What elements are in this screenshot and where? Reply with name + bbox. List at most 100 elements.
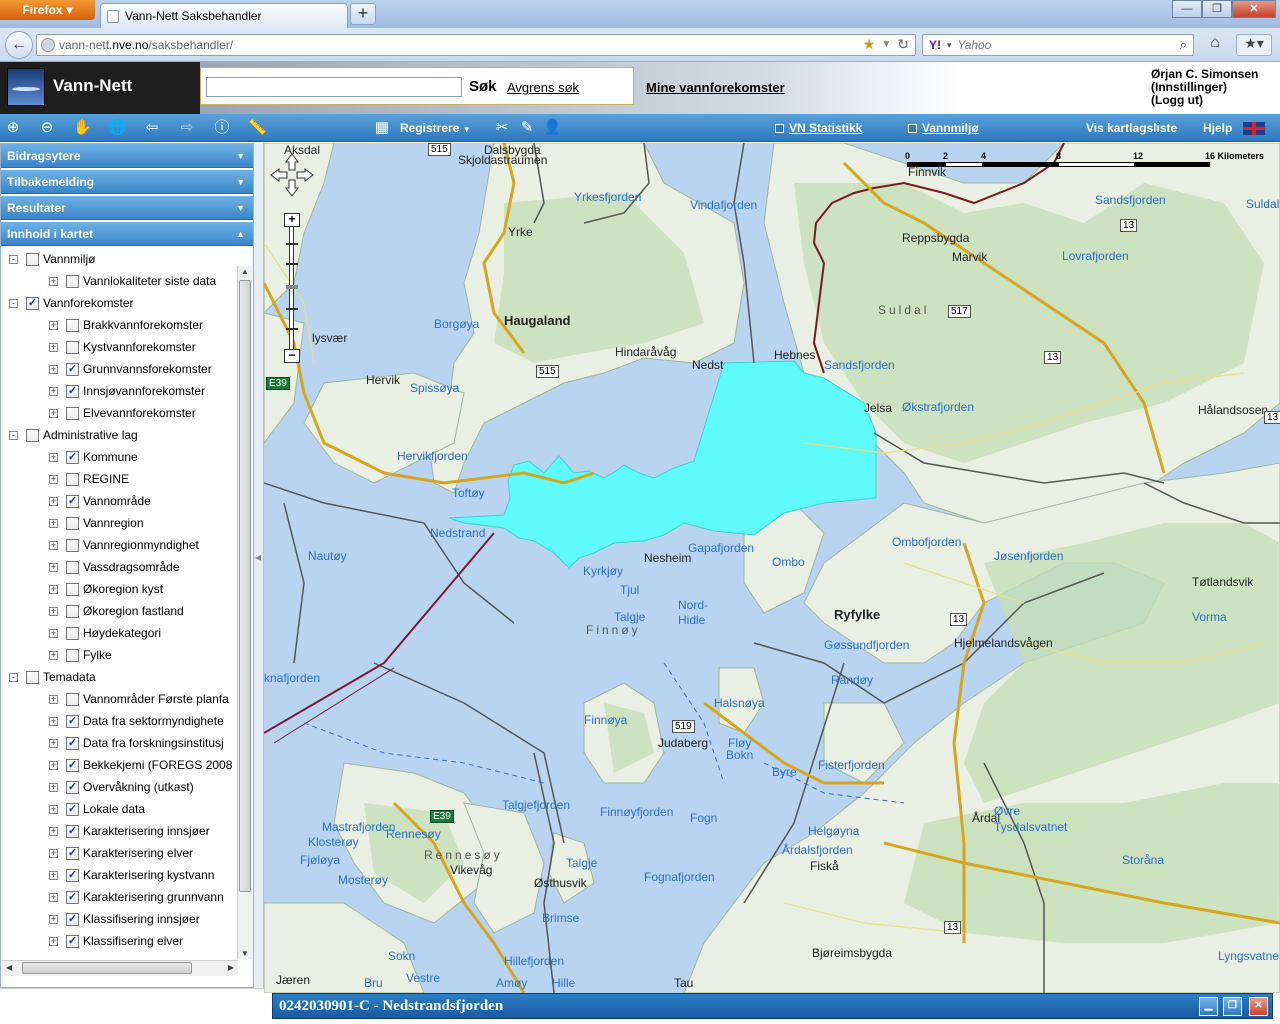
expand-icon[interactable]: + [49, 694, 58, 704]
bookmarks-menu-icon[interactable]: ★▾ [1236, 34, 1272, 56]
layer-tree-node[interactable]: + ✓ Kommune [49, 446, 138, 468]
back-arrow-icon[interactable]: ← [5, 31, 33, 59]
uk-flag-icon[interactable] [1243, 122, 1265, 135]
layer-checkbox[interactable] [26, 252, 39, 266]
register-menu[interactable]: Registrere ▼ [400, 121, 471, 135]
info-close-icon[interactable]: ✕ [1249, 997, 1268, 1016]
add-user-icon[interactable]: 👤 [543, 119, 562, 137]
help-link[interactable]: Hjelp [1203, 121, 1232, 135]
expand-icon[interactable]: + [49, 782, 58, 792]
layer-checkbox[interactable]: ✓ [66, 736, 79, 750]
layer-checkbox[interactable]: ✓ [66, 846, 79, 860]
layer-checkbox[interactable] [66, 318, 79, 332]
layer-checkbox[interactable] [66, 340, 79, 354]
pan-hand-icon[interactable]: ✋ [73, 119, 92, 137]
collapse-icon[interactable]: - [9, 430, 18, 440]
expand-icon[interactable]: + [49, 452, 58, 462]
chevron-up-icon[interactable]: ▲ [236, 222, 245, 246]
layer-checkbox[interactable]: ✓ [66, 824, 79, 838]
layer-checkbox[interactable]: ✓ [66, 934, 79, 948]
dropdown-arrow-icon[interactable]: ▼ [881, 36, 891, 54]
layer-tree-node[interactable]: + ✓ Klassifisering innsjøer [49, 908, 200, 930]
layer-checkbox[interactable] [66, 472, 79, 486]
layer-tree-node[interactable]: + ✓ Data fra forskningsinstitusj [49, 732, 224, 754]
info-maximize-icon[interactable]: ❐ [1223, 997, 1242, 1016]
web-search-box[interactable]: Y! ▾ Yahoo ⌕ [922, 34, 1194, 56]
layer-tree-node[interactable]: + Vannregion [49, 512, 144, 534]
scroll-right-icon[interactable]: ▶ [228, 963, 234, 972]
chevron-down-icon[interactable]: ▼ [236, 170, 245, 194]
map-canvas[interactable]: Aksdal Dalsbygda Skjoldastraumen Yrkesfjord… [264, 143, 1280, 993]
layer-checkbox[interactable] [66, 560, 79, 574]
expand-icon[interactable]: + [49, 936, 58, 946]
layer-checkbox[interactable] [66, 626, 79, 640]
layer-checkbox[interactable] [66, 604, 79, 618]
search-icon[interactable]: ⌕ [1180, 37, 1187, 53]
previous-extent-arrow-icon[interactable]: ⇦ [143, 119, 161, 137]
expand-icon[interactable]: + [49, 474, 58, 484]
layer-tree-node[interactable]: + Brakkvannforekomster [49, 314, 203, 336]
zoom-in-icon[interactable]: ⊕ [4, 119, 22, 137]
layer-checkbox[interactable]: ✓ [66, 494, 79, 508]
layer-checkbox[interactable] [26, 670, 39, 684]
home-icon[interactable]: ⌂ [1204, 34, 1226, 56]
expand-icon[interactable]: + [49, 408, 58, 418]
layer-checkbox[interactable] [66, 582, 79, 596]
collapse-arrow-icon[interactable]: ◀ [255, 553, 261, 562]
reload-icon[interactable]: ↻ [897, 36, 909, 54]
expand-icon[interactable]: + [49, 562, 58, 572]
zoom-slider-handle[interactable] [286, 285, 298, 289]
zoom-level-tick[interactable] [286, 263, 298, 265]
layer-tree-node[interactable]: + Fylke [49, 644, 112, 666]
select-tool-icon[interactable]: ✂ [493, 119, 511, 137]
chevron-down-icon[interactable]: ▼ [236, 144, 245, 168]
layer-tree-node[interactable]: - ✓ Vannforekomster [9, 292, 134, 314]
measure-ruler-icon[interactable]: 📏 [248, 119, 267, 137]
layer-checkbox[interactable]: ✓ [26, 296, 39, 310]
search-button[interactable]: Søk [469, 78, 497, 95]
zoom-level-tick[interactable] [286, 243, 298, 245]
layer-checkbox[interactable]: ✓ [66, 780, 79, 794]
collapse-icon[interactable]: - [9, 672, 18, 682]
layer-list-link[interactable]: Vis kartlagsliste [1086, 121, 1177, 135]
new-tab-button[interactable]: + [350, 3, 376, 25]
info-window-bar[interactable]: 0242030901-C - Nedstrandsfjorden ▁ ❐ ✕ [272, 993, 1273, 1019]
firefox-menu-button[interactable]: Firefox ▾ [0, 0, 95, 20]
layer-checkbox[interactable]: ✓ [66, 384, 79, 398]
sidebar-splitter[interactable]: ◀ [254, 143, 264, 993]
accordion-panel[interactable]: Resultater ▼ [1, 196, 253, 220]
expand-icon[interactable]: + [49, 584, 58, 594]
layer-checkbox[interactable]: ✓ [66, 802, 79, 816]
url-bar[interactable]: vann-nett. nve.no/saksbehandler/ ★ ▼ ↻ [36, 34, 916, 56]
browser-tab[interactable]: Vann-Nett Saksbehandler [100, 3, 348, 28]
chevron-down-icon[interactable]: ▼ [236, 196, 245, 220]
tree-horizontal-scrollbar[interactable]: ◀ ▶ [2, 960, 238, 976]
zoom-slider[interactable]: + − [284, 213, 300, 363]
vannmiljo-link[interactable]: Vannmiljø [908, 121, 979, 135]
layer-tree-node[interactable]: + Økoregion kyst [49, 578, 163, 600]
collapse-icon[interactable]: - [9, 254, 18, 264]
layer-tree-node[interactable]: + ✓ Karakterisering kystvann [49, 864, 214, 886]
expand-icon[interactable]: + [49, 276, 58, 286]
logout-link[interactable]: (Logg ut) [1151, 94, 1258, 107]
layer-checkbox[interactable]: ✓ [66, 758, 79, 772]
restore-icon[interactable]: ❐ [1202, 0, 1232, 18]
scrollbar-thumb[interactable] [22, 962, 192, 974]
scrollbar-thumb[interactable] [239, 280, 251, 892]
layer-checkbox[interactable] [66, 538, 79, 552]
layer-checkbox[interactable]: ✓ [66, 890, 79, 904]
layer-checkbox[interactable]: ✓ [66, 714, 79, 728]
accordion-panel[interactable]: Innhold i kartet ▲ [1, 222, 253, 246]
expand-icon[interactable]: + [49, 892, 58, 902]
expand-icon[interactable]: + [49, 848, 58, 858]
full-extent-globe-icon[interactable]: 🌐 [108, 119, 127, 137]
layer-tree-node[interactable]: - Vannmiljø [9, 248, 95, 270]
layer-tree-node[interactable]: + REGINE [49, 468, 129, 490]
expand-icon[interactable]: + [49, 650, 58, 660]
vn-statistikk-link[interactable]: VN Statistikk [775, 121, 862, 135]
expand-icon[interactable]: + [49, 364, 58, 374]
expand-icon[interactable]: + [49, 320, 58, 330]
layer-checkbox[interactable]: ✓ [66, 450, 79, 464]
zoom-slider-plus-button[interactable]: + [284, 213, 300, 227]
window-close-icon[interactable]: ✕ [1232, 0, 1276, 18]
